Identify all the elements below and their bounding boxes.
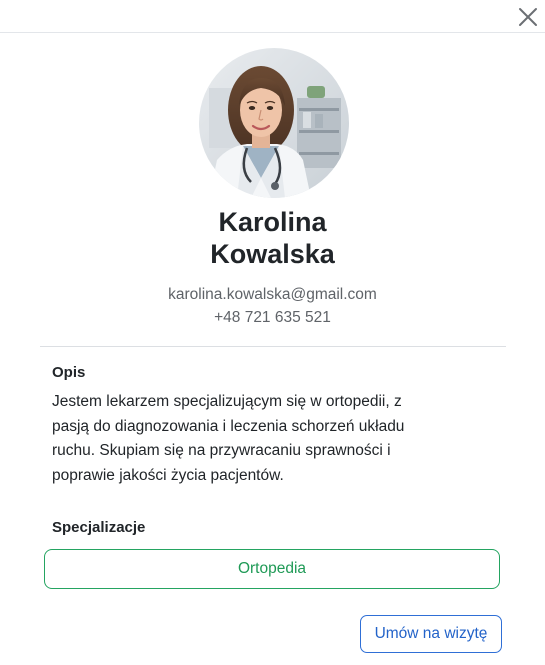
doctor-email: karolina.kowalska@gmail.com (168, 286, 377, 303)
doctor-phone: +48 721 635 521 (214, 309, 331, 326)
doctor-last-name: Kowalska (210, 239, 335, 269)
modal-header (0, 0, 545, 33)
doctor-first-name: Karolina (218, 207, 327, 237)
doctor-avatar (199, 48, 349, 198)
doctor-contact: karolina.kowalska@gmail.com +48 721 635 … (0, 283, 545, 329)
description-text: Jestem lekarzem specjalizującym się w or… (52, 393, 405, 484)
doctor-profile-modal: Karolina Kowalska karolina.kowalska@gmai… (0, 0, 545, 665)
close-button[interactable] (517, 6, 539, 28)
specializations-title: Specjalizacje (52, 519, 146, 536)
close-icon (519, 8, 537, 26)
book-appointment-button[interactable]: Umów na wizytę (360, 615, 502, 653)
doctor-name: Karolina Kowalska (0, 206, 545, 270)
specialization-item: Ortopedia (44, 549, 500, 589)
description-title: Opis (52, 364, 86, 381)
section-divider (40, 346, 506, 347)
